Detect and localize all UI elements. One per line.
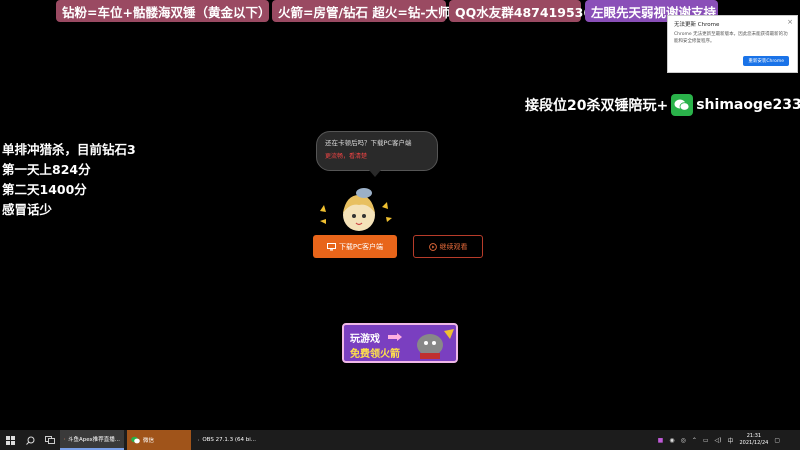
status-line: 第一天上824分 [2,162,91,177]
banner-fan-perks: 钻粉=车位+骷髅海双锤（黄金以下） [56,0,270,22]
close-icon[interactable]: × [787,18,793,26]
speech-bubble: 还在卡顿后吗？下载PC客户端 更流畅，看清楚 [316,131,438,177]
taskbar-app-label: 斗鱼Apex推荐直播... [67,437,120,443]
mascot-image [320,188,392,231]
chrome-update-notification: × 无法更新 Chrome Chrome 无法更新至最新版本，因此您未能获得最新… [667,15,798,73]
windows-taskbar: 斗鱼Apex推荐直播... 微信 OBS 27.1.3 (64 bi... ■ … [0,430,800,450]
task-view-icon[interactable] [40,430,60,450]
arrow-right-icon [388,333,402,341]
clock-time: 21:31 [746,433,762,439]
notification-title: 无法更新 Chrome [674,22,720,28]
volume-icon[interactable]: ◁) [715,437,722,444]
download-pc-client-button[interactable]: 下载PC客户端 [313,235,397,258]
play-game-ad-banner[interactable]: 玩游戏 免费领火箭 [342,323,458,363]
notification-body: Chrome 无法更新至最新版本，因此您未能获得最新的功能和安全修复程序。 [674,32,788,44]
taskbar-app-obs[interactable]: OBS 27.1.3 (64 bi... [194,430,260,450]
app-tray-icon[interactable]: ◎ [681,437,686,444]
notification-icon[interactable]: ▢ [774,437,780,444]
chrome-icon [64,438,65,440]
app-tray-icon[interactable]: ■ [658,437,664,444]
taskbar-app-label: 微信 [143,438,155,444]
windows-start-icon[interactable] [0,430,20,450]
banner-gift-perks: 火箭=房管/钻石 超火=钻-大师 [272,0,451,22]
clock-date: 2021/12/24 [739,440,769,446]
wechat-icon [131,436,140,444]
rocket-mascot-icon [417,329,454,359]
status-line: 第二天1400分 [2,182,87,197]
continue-watching-button[interactable]: 继续观看 [413,235,483,258]
download-label: 下载PC客户端 [338,242,384,251]
taskbar-app-wechat[interactable]: 微信 [127,430,191,450]
streamer-status: 单排冲猎杀，目前钻石3 第一天上824分 第二天1400分 感冒话少 [2,140,136,220]
ime-icon[interactable]: 中 [727,436,733,445]
banner-qq-group: QQ水友群487419536 [449,0,592,22]
status-line: 单排冲猎杀，目前钻石3 [2,142,136,157]
obs-icon [198,439,200,441]
search-icon[interactable] [20,430,40,450]
promo-line: 接段位20杀双锤陪玩+ shimaoge233 [525,93,800,117]
clock[interactable]: 21:31 2021/12/24 [740,433,769,447]
app-tray-icon[interactable]: ◉ [669,437,674,444]
play-icon [428,242,437,251]
continue-label: 继续观看 [439,242,468,251]
taskbar-app-label: OBS 27.1.3 (64 bi... [202,437,256,443]
promo-text: 接段位20杀双锤陪玩+ [525,98,669,114]
ad-line-2: 免费领火箭 [350,349,400,360]
chevron-up-icon[interactable]: ⌃ [692,437,697,444]
reinstall-chrome-button[interactable]: 重新安装Chrome [743,56,789,66]
system-tray: ■ ◉ ◎ ⌃ ▭ ◁) 中 21:31 2021/12/24 ▢ [658,430,780,450]
wechat-icon [671,94,694,116]
network-icon[interactable]: ▭ [703,437,709,444]
wechat-id: shimaoge233 [696,97,800,113]
bubble-subtext: 更流畅，看清楚 [325,153,368,160]
monitor-icon [326,242,336,250]
ad-line-1: 玩游戏 [350,334,380,345]
bubble-text: 还在卡顿后吗？下载PC客户端 [325,139,412,147]
taskbar-app-chrome[interactable]: 斗鱼Apex推荐直播... [60,430,124,450]
status-line: 感冒话少 [2,202,53,217]
